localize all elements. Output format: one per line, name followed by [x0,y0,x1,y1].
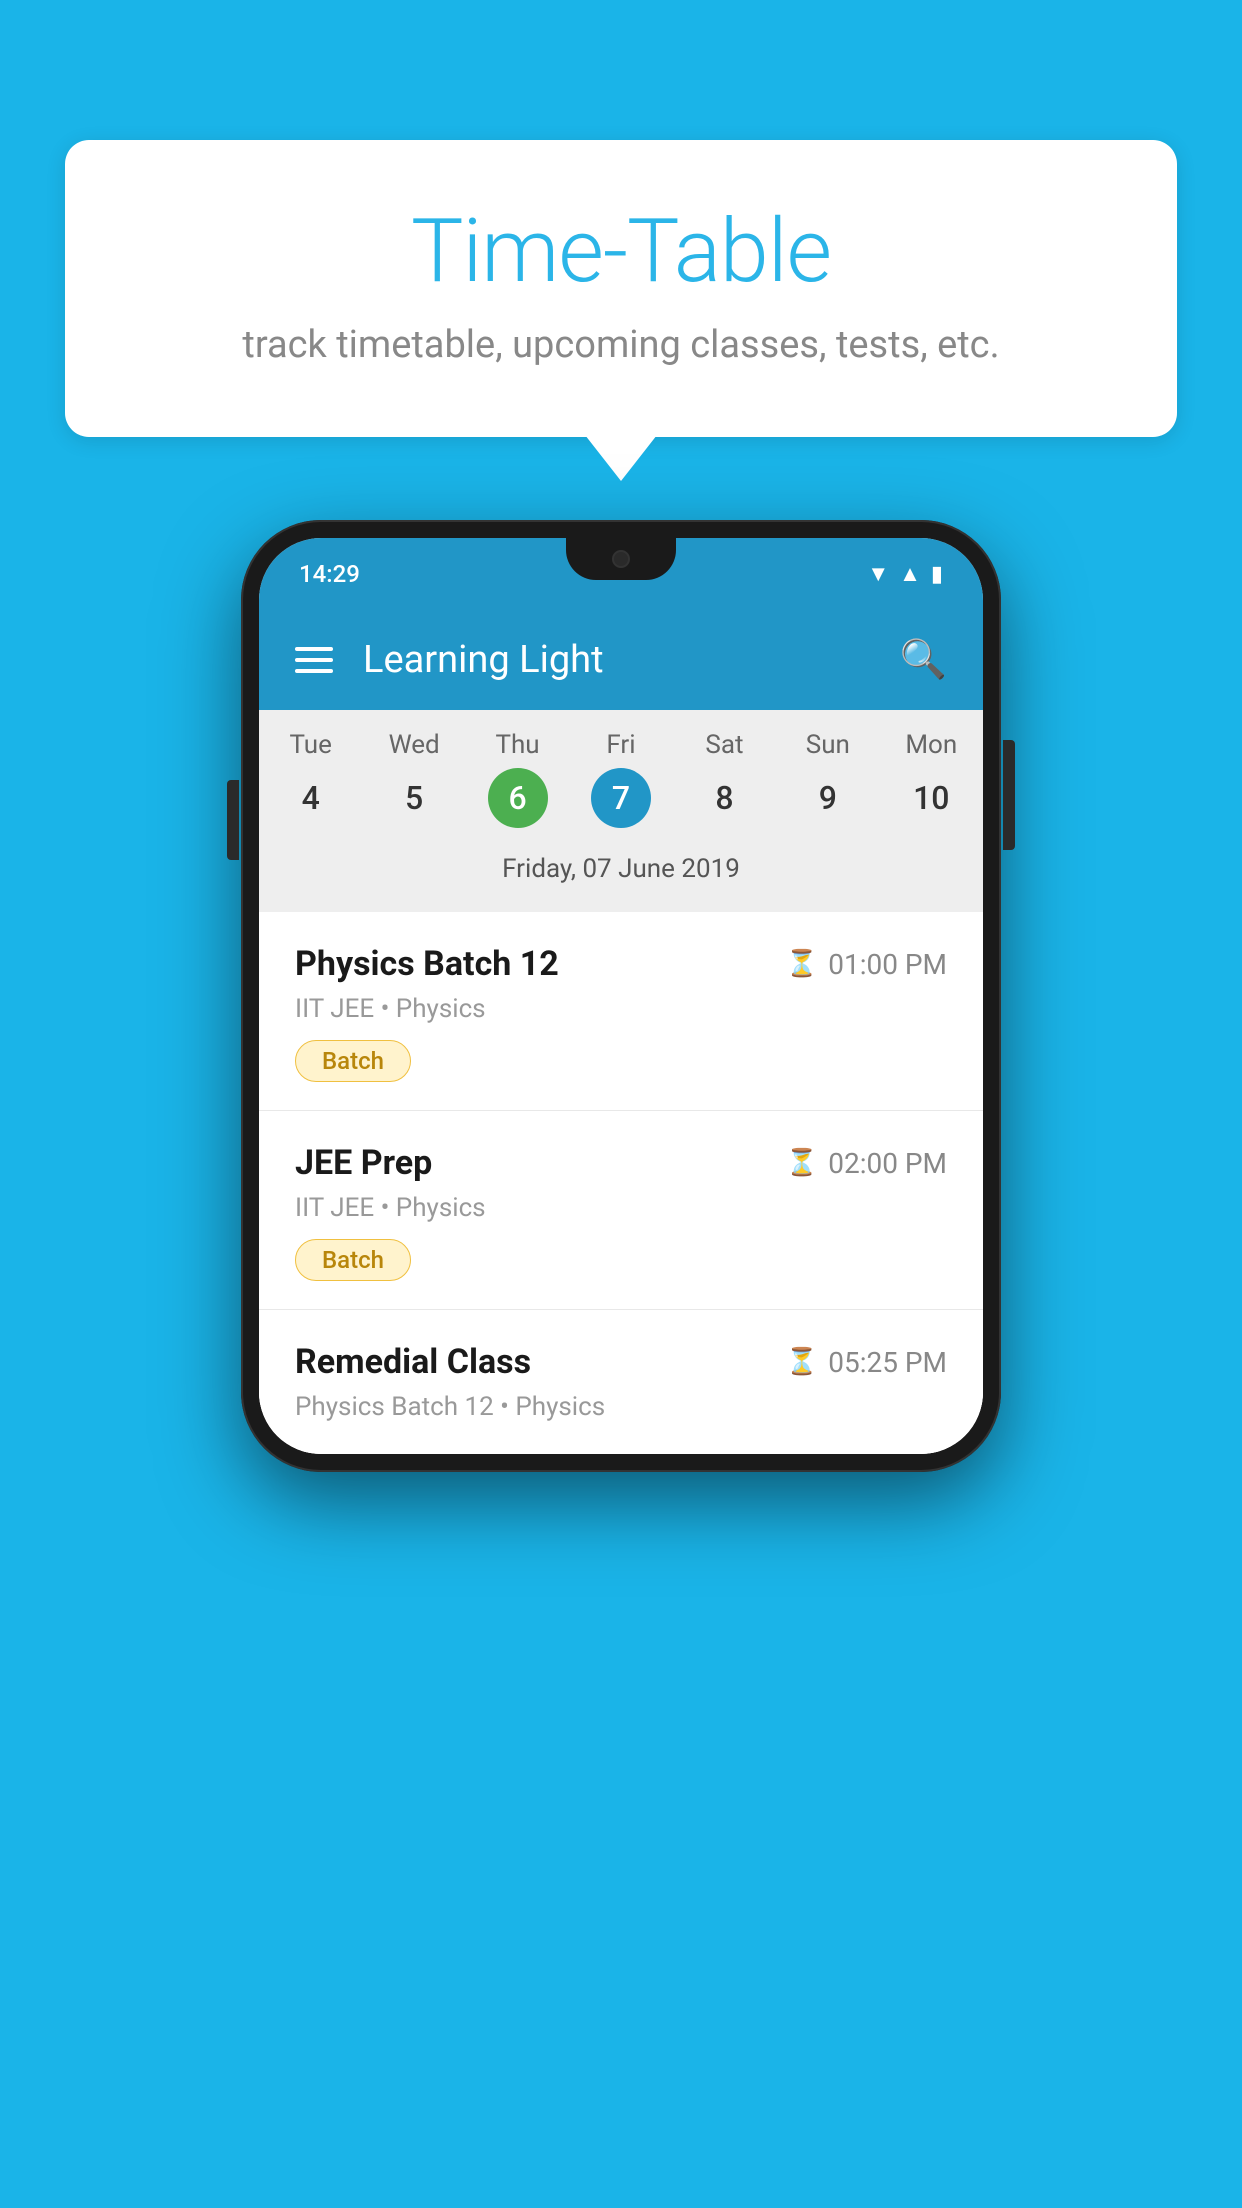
day-fri[interactable]: Fri [569,730,672,760]
wifi-icon: ▼ [867,561,889,587]
date-10[interactable]: 10 [901,768,961,828]
day-mon[interactable]: Mon [880,730,983,760]
bubble-title: Time-Table [145,200,1097,303]
date-7-selected[interactable]: 7 [591,768,651,828]
selected-date-label: Friday, 07 June 2019 [259,844,983,902]
batch-badge-1: Batch [295,1040,411,1082]
time-value-2: 02:00 PM [828,1147,947,1180]
schedule-item-1[interactable]: Physics Batch 12 ⏳ 01:00 PM IIT JEE • Ph… [259,912,983,1111]
app-title: Learning Light [363,638,604,682]
item-header-2: JEE Prep ⏳ 02:00 PM [295,1143,947,1183]
schedule-item-2[interactable]: JEE Prep ⏳ 02:00 PM IIT JEE • Physics Ba… [259,1111,983,1310]
phone-screen: 14:29 ▼ ▲ ▮ Learning [259,538,983,1454]
time-value-3: 05:25 PM [828,1346,947,1379]
schedule-item-3[interactable]: Remedial Class ⏳ 05:25 PM Physics Batch … [259,1310,983,1454]
day-wed[interactable]: Wed [362,730,465,760]
day-tue[interactable]: Tue [259,730,362,760]
toolbar-left: Learning Light [295,638,604,682]
search-icon[interactable]: 🔍 [900,638,947,682]
hamburger-menu-icon[interactable] [295,647,333,673]
item-time-1: ⏳ 01:00 PM [786,948,947,981]
calendar-week: Tue Wed Thu Fri Sat Sun Mon 4 5 6 7 8 9 … [259,710,983,912]
phone-outer: 14:29 ▼ ▲ ▮ Learning [241,520,1001,1472]
date-5[interactable]: 5 [384,768,444,828]
date-9[interactable]: 9 [798,768,858,828]
notch [566,538,676,580]
item-subtitle-3: Physics Batch 12 • Physics [295,1392,947,1422]
date-4[interactable]: 4 [281,768,341,828]
days-header: Tue Wed Thu Fri Sat Sun Mon [259,730,983,760]
date-6-today[interactable]: 6 [488,768,548,828]
item-time-2: ⏳ 02:00 PM [786,1147,947,1180]
app-toolbar: Learning Light 🔍 [259,610,983,710]
time-value-1: 01:00 PM [828,948,947,981]
day-sat[interactable]: Sat [673,730,776,760]
day-thu[interactable]: Thu [466,730,569,760]
batch-badge-2: Batch [295,1239,411,1281]
schedule-list: Physics Batch 12 ⏳ 01:00 PM IIT JEE • Ph… [259,912,983,1454]
phone-mockup: 14:29 ▼ ▲ ▮ Learning [241,520,1001,1472]
item-subtitle-1: IIT JEE • Physics [295,994,947,1024]
item-header-1: Physics Batch 12 ⏳ 01:00 PM [295,944,947,984]
bubble-subtitle: track timetable, upcoming classes, tests… [145,323,1097,367]
speech-bubble: Time-Table track timetable, upcoming cla… [65,140,1177,437]
item-title-1: Physics Batch 12 [295,944,559,984]
clock-icon-1: ⏳ [786,949,818,979]
camera-dot [612,550,630,568]
item-header-3: Remedial Class ⏳ 05:25 PM [295,1342,947,1382]
clock-icon-3: ⏳ [786,1347,818,1377]
status-time: 14:29 [299,560,360,588]
battery-icon: ▮ [931,562,943,587]
day-sun[interactable]: Sun [776,730,879,760]
status-icons: ▼ ▲ ▮ [867,561,943,587]
status-bar: 14:29 ▼ ▲ ▮ [259,538,983,610]
item-time-3: ⏳ 05:25 PM [786,1346,947,1379]
signal-icon: ▲ [899,561,921,587]
date-8[interactable]: 8 [694,768,754,828]
days-numbers: 4 5 6 7 8 9 10 [259,768,983,828]
speech-bubble-container: Time-Table track timetable, upcoming cla… [65,140,1177,437]
clock-icon-2: ⏳ [786,1148,818,1178]
item-title-3: Remedial Class [295,1342,531,1382]
item-subtitle-2: IIT JEE • Physics [295,1193,947,1223]
item-title-2: JEE Prep [295,1143,432,1183]
